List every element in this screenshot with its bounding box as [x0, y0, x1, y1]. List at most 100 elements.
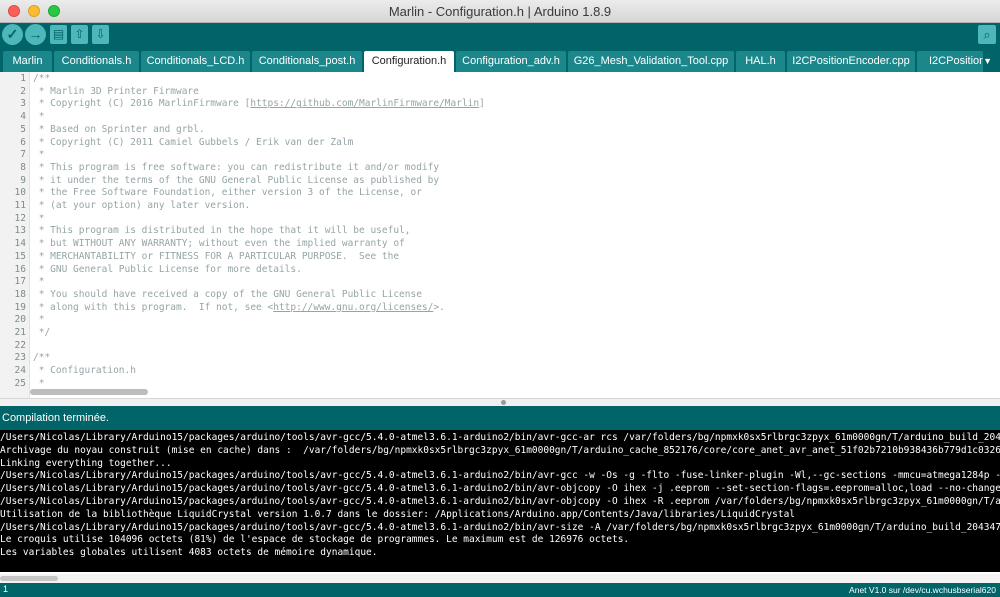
code-text: * MERCHANTABILITY or FITNESS FOR A PARTI…: [33, 251, 399, 264]
editor-horizontal-scrollbar[interactable]: [30, 389, 148, 395]
code-text: * This program is free software: you can…: [33, 162, 439, 175]
arrow-up-icon: ⇧: [74, 27, 85, 41]
status-bar: Compilation terminée.: [0, 406, 1000, 430]
code-line: 11 * (at your option) any later version.: [0, 200, 1000, 213]
line-number: 18: [14, 288, 26, 300]
status-message: Compilation terminée.: [2, 412, 109, 424]
code-text-segment: * This program is free software: you can…: [33, 161, 440, 173]
tab-i2c-position-encoder-cpp[interactable]: I2CPositionEncoder.cpp: [787, 51, 915, 72]
code-line: 19 * along with this program. If not, se…: [0, 302, 1000, 315]
code-text: *: [33, 314, 45, 327]
open-sketch-button[interactable]: ⇧: [71, 25, 88, 44]
tab-marlin[interactable]: Marlin: [3, 51, 52, 72]
checkmark-icon: ✓: [6, 26, 19, 42]
code-text: * Copyright (C) 2011 Camiel Gubbels / Er…: [33, 137, 354, 150]
code-line: 3 * Copyright (C) 2016 MarlinFirmware [h…: [0, 98, 1000, 111]
line-number: 9: [20, 174, 26, 186]
console-line: Utilisation de la bibliothèque LiquidCry…: [0, 508, 796, 520]
upload-button[interactable]: →: [25, 24, 46, 45]
code-text-segment: *: [33, 111, 45, 123]
code-text-segment: /**: [33, 352, 51, 364]
console-output[interactable]: /Users/Nicolas/Library/Arduino15/package…: [0, 430, 1000, 572]
arrow-right-icon: →: [28, 26, 43, 42]
tab-configuration-adv[interactable]: Configuration_adv.h: [456, 51, 566, 72]
code-line: 8 * This program is free software: you c…: [0, 162, 1000, 175]
verify-button[interactable]: ✓: [2, 24, 23, 45]
window-titlebar: Marlin - Configuration.h | Arduino 1.8.9: [0, 0, 1000, 23]
code-text: /**: [33, 73, 50, 86]
code-line: 5 * Based on Sprinter and grbl.: [0, 124, 1000, 137]
code-line: 20 *: [0, 314, 1000, 327]
line-number: 24: [14, 365, 26, 377]
tab-conditionals[interactable]: Conditionals.h: [54, 51, 139, 72]
code-link[interactable]: http://www.gnu.org/licenses/: [273, 302, 433, 313]
code-text-segment: *: [33, 377, 45, 389]
line-number: 17: [14, 276, 26, 288]
line-number: 22: [14, 339, 26, 351]
console-line: Archivage du noyau construit (mise en ca…: [0, 444, 1000, 456]
code-text-segment: ]: [479, 98, 485, 110]
tab-g26-mesh-validation-tool[interactable]: G26_Mesh_Validation_Tool.cpp: [568, 51, 734, 72]
code-line: 15 * MERCHANTABILITY or FITNESS FOR A PA…: [0, 251, 1000, 264]
code-text: *: [33, 213, 45, 226]
code-text-segment: *: [33, 276, 45, 288]
tab-hal[interactable]: HAL.h: [736, 51, 785, 72]
line-number: 8: [20, 161, 26, 173]
code-text: */: [33, 327, 50, 340]
code-line: 1 /**: [0, 73, 1000, 86]
code-line: 21 */: [0, 327, 1000, 340]
line-number: 6: [20, 136, 26, 148]
console-line: /Users/Nicolas/Library/Arduino15/package…: [0, 521, 1000, 533]
save-sketch-button[interactable]: ⇩: [92, 25, 109, 44]
console-line: /Users/Nicolas/Library/Arduino15/package…: [0, 483, 1000, 495]
bottom-status-bar: 1 Anet V1.0 sur /dev/cu.wchusbserial620: [0, 583, 1000, 597]
console-horizontal-scrollbar[interactable]: [0, 574, 1000, 583]
line-number: 14: [14, 238, 26, 250]
code-line: 6 * Copyright (C) 2011 Camiel Gubbels / …: [0, 137, 1000, 150]
code-line: 10 * the Free Software Foundation, eithe…: [0, 187, 1000, 200]
code-text: * but WITHOUT ANY WARRANTY; without even…: [33, 238, 405, 251]
code-text: *: [33, 149, 45, 162]
code-text: *: [33, 111, 45, 124]
code-text: * This program is distributed in the hop…: [33, 225, 411, 238]
window-title: Marlin - Configuration.h | Arduino 1.8.9: [388, 4, 612, 19]
code-link[interactable]: https://github.com/MarlinFirmware/Marlin: [250, 98, 479, 109]
code-text-segment: * Configuration.h: [33, 365, 136, 377]
code-text-segment: * You should have received a copy of the…: [33, 288, 422, 300]
serial-monitor-button[interactable]: ⌕: [978, 25, 996, 44]
code-text-segment: >.: [433, 301, 445, 313]
code-text-segment: *: [33, 314, 45, 326]
code-text-segment: * along with this program. If not, see <: [33, 301, 274, 313]
code-line: 9 * it under the terms of the GNU Genera…: [0, 175, 1000, 188]
code-text: * (at your option) any later version.: [33, 200, 251, 213]
code-text-segment: *: [33, 149, 45, 161]
code-editor[interactable]: 1/** 2 * Marlin 3D Printer Firmware 3 * Co…: [0, 72, 1000, 398]
triangle-down-icon[interactable]: ▼: [983, 56, 992, 66]
code-text-segment: * Copyright (C) 2016 MarlinFirmware [: [33, 98, 251, 110]
console-line: /Users/Nicolas/Library/Arduino15/package…: [0, 470, 1000, 482]
code-text: * it under the terms of the GNU General …: [33, 175, 439, 188]
magnifier-icon: ⌕: [983, 27, 991, 42]
new-sketch-button[interactable]: ▤: [50, 25, 67, 44]
line-number: 1: [20, 73, 26, 84]
code-text: * Based on Sprinter and grbl.: [33, 124, 205, 137]
code-line: 18 * You should have received a copy of …: [0, 289, 1000, 302]
splitter-grip-icon: [501, 400, 506, 405]
line-number: 19: [14, 301, 26, 313]
tab-i2c-position[interactable]: I2CPosition: [917, 51, 983, 72]
line-number: 21: [14, 327, 26, 338]
code-line: 25 *: [0, 378, 1000, 391]
tab-conditionals-post[interactable]: Conditionals_post.h: [252, 51, 362, 72]
code-line: 22: [0, 340, 1000, 353]
code-text: * Copyright (C) 2016 MarlinFirmware [htt…: [33, 98, 485, 111]
tab-configuration[interactable]: Configuration.h: [364, 51, 454, 72]
line-number: 7: [20, 149, 26, 161]
console-line: /Users/Nicolas/Library/Arduino15/package…: [0, 432, 1000, 443]
line-number: 5: [20, 123, 26, 135]
console-line: Le croquis utilise 104096 octets (81%) d…: [0, 534, 630, 546]
console-scroll-thumb[interactable]: [0, 576, 58, 581]
line-number: 11: [14, 200, 26, 211]
line-number: 3: [20, 98, 26, 110]
code-text-segment: * MERCHANTABILITY or FITNESS FOR A PARTI…: [33, 250, 400, 262]
tab-conditionals-lcd[interactable]: Conditionals_LCD.h: [141, 51, 250, 72]
